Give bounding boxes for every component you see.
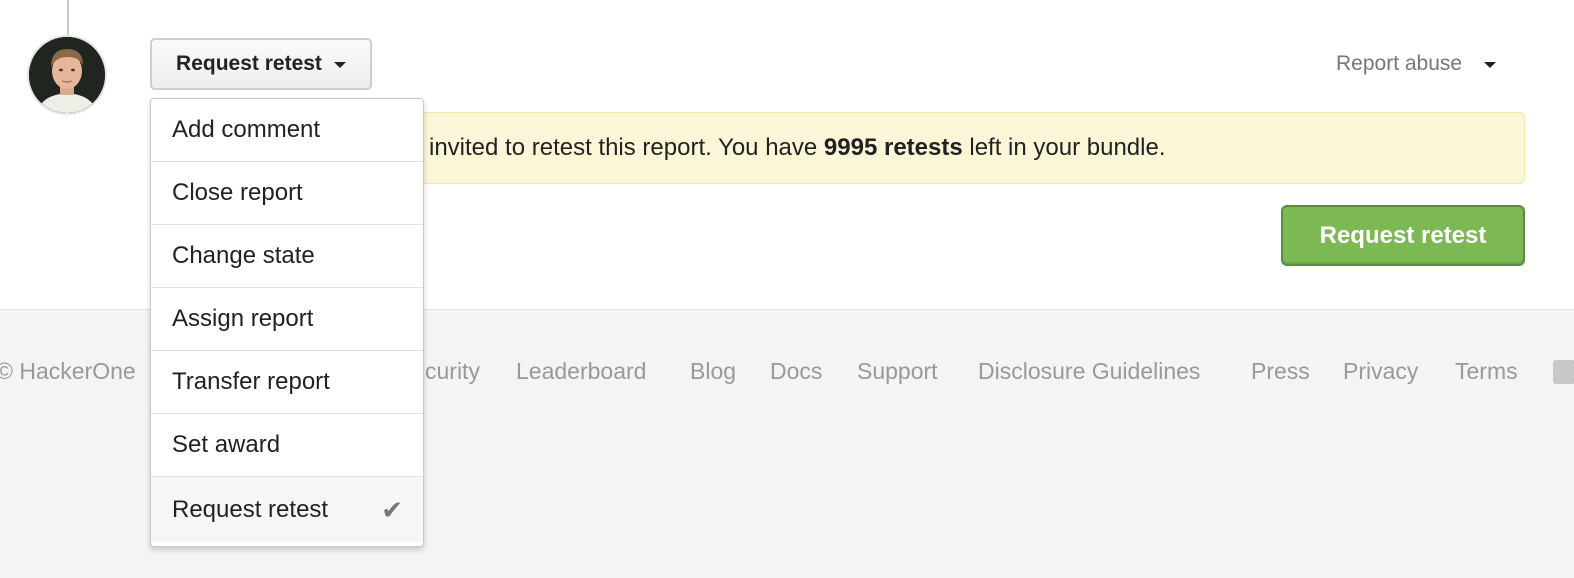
footer-link-privacy[interactable]: Privacy: [1343, 358, 1418, 385]
menu-item-change-state[interactable]: Change state: [151, 225, 423, 288]
menu-item-set-award[interactable]: Set award: [151, 414, 423, 477]
caret-down-icon: [333, 62, 346, 68]
actions-dropdown-menu: Add comment Close report Change state As…: [150, 98, 424, 547]
footer-link-disclosure-guidelines[interactable]: Disclosure Guidelines: [978, 358, 1200, 385]
timeline-line: [67, 0, 69, 38]
request-retest-dropdown-button[interactable]: Request retest: [150, 38, 372, 90]
footer-link-press[interactable]: Press: [1251, 358, 1310, 385]
menu-item-label: Add comment: [172, 116, 321, 143]
twitter-icon[interactable]: [1553, 360, 1574, 384]
report-abuse-dropdown[interactable]: Report abuse: [1336, 50, 1497, 78]
menu-item-request-retest[interactable]: Request retest ✔: [151, 477, 423, 542]
notice-text-after: left in your bundle.: [962, 134, 1166, 161]
footer-link-support[interactable]: Support: [857, 358, 938, 385]
request-retest-button[interactable]: Request retest: [1281, 205, 1525, 266]
footer-link-security[interactable]: curity: [425, 358, 480, 385]
footer-link-blog[interactable]: Blog: [690, 358, 736, 385]
caret-down-icon: [1484, 62, 1497, 68]
footer-link-terms[interactable]: Terms: [1455, 358, 1518, 385]
avatar[interactable]: [29, 37, 105, 113]
menu-item-close-report[interactable]: Close report: [151, 162, 423, 225]
menu-item-label: Set award: [172, 431, 281, 458]
menu-item-label: Close report: [172, 179, 303, 206]
retest-invitation-notice: invited to retest this report. You have …: [404, 112, 1525, 184]
retests-count: 9995 retests: [823, 134, 963, 161]
menu-item-label: Request retest: [172, 495, 329, 523]
dropdown-button-label: Request retest: [176, 52, 322, 75]
avatar-image: [29, 37, 105, 113]
menu-item-label: Transfer report: [172, 368, 330, 395]
checkmark-icon: ✔: [381, 494, 403, 525]
report-page: Request retest Report abuse invited to r…: [0, 0, 1574, 578]
report-abuse-label: Report abuse: [1336, 52, 1463, 75]
footer-link-leaderboard[interactable]: Leaderboard: [516, 358, 646, 385]
notice-text-before: invited to retest this report. You have: [429, 134, 824, 161]
menu-item-transfer-report[interactable]: Transfer report: [151, 351, 423, 414]
menu-item-label: Assign report: [172, 305, 314, 332]
menu-item-add-comment[interactable]: Add comment: [151, 99, 423, 162]
request-retest-button-label: Request retest: [1319, 221, 1487, 249]
footer-copyright: © HackerOne: [0, 358, 136, 384]
menu-item-label: Change state: [172, 242, 315, 269]
menu-item-assign-report[interactable]: Assign report: [151, 288, 423, 351]
footer-link-docs[interactable]: Docs: [770, 358, 822, 385]
